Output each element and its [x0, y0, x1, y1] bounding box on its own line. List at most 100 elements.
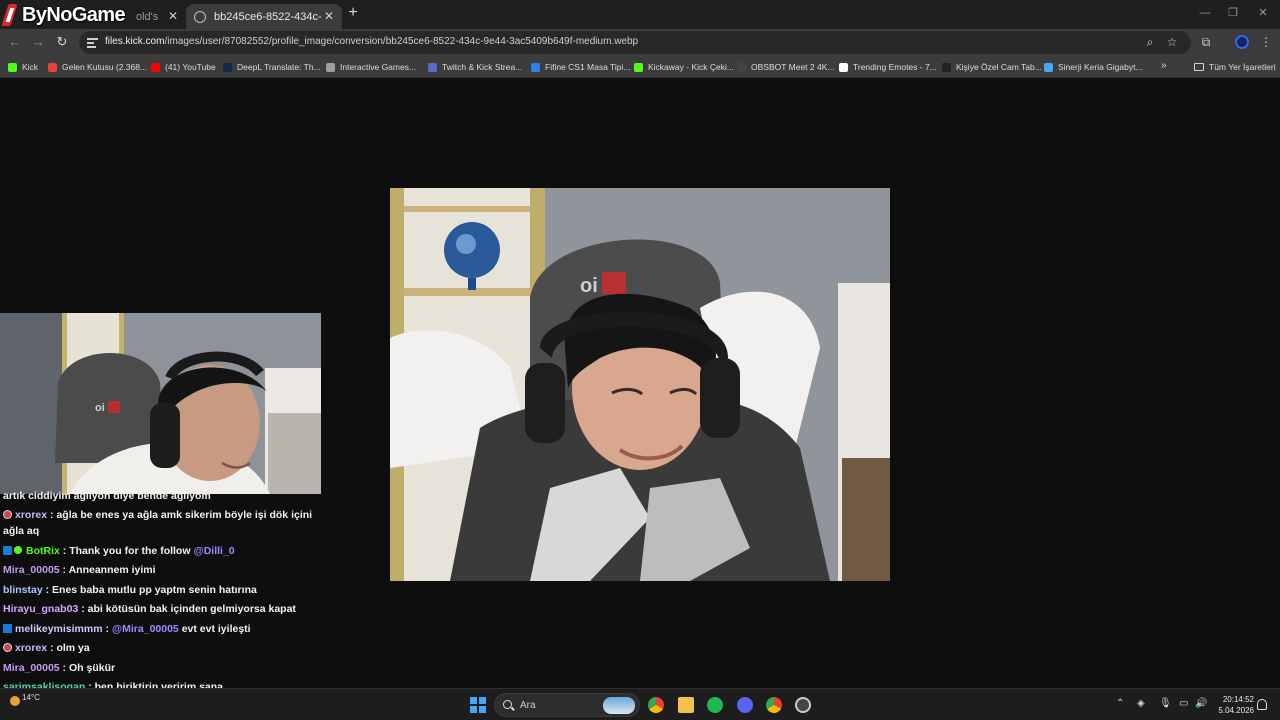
- chat-text: Thank you for the follow: [69, 545, 191, 557]
- bookmarks-folder-label: Tüm Yer İşaretleri: [1209, 62, 1276, 72]
- site-info-icon[interactable]: [87, 37, 98, 48]
- url-path: /images/user/87082552/profile_image/conv…: [164, 36, 639, 47]
- profile-image[interactable]: oi: [390, 188, 890, 581]
- tab-title: bb245ce6-8522-434c-9e44-3a: [214, 10, 322, 23]
- brand-mark-icon: [2, 4, 20, 26]
- globe-icon: [194, 10, 206, 23]
- bookmark-item[interactable]: Trending Emotes - 7...: [839, 60, 937, 74]
- youtube-icon: [151, 62, 160, 72]
- extensions-icon[interactable]: ⧉: [1199, 35, 1213, 49]
- network-icon[interactable]: ▭: [1179, 698, 1188, 710]
- chevron-up-icon[interactable]: ⌃: [1116, 698, 1124, 710]
- search-highlight-image: [603, 697, 635, 714]
- discord-icon[interactable]: [737, 697, 753, 713]
- close-icon[interactable]: ✕: [166, 9, 180, 23]
- restore-icon[interactable]: ❐: [1226, 6, 1240, 20]
- defender-icon[interactable]: ◈: [1137, 698, 1145, 710]
- chat-username[interactable]: Mira_00005: [3, 564, 60, 576]
- forward-icon[interactable]: →: [31, 35, 45, 49]
- bookmark-item[interactable]: Kişiye Özel Cam Tab...: [942, 60, 1042, 74]
- obs-icon[interactable]: [795, 697, 811, 713]
- close-window-icon[interactable]: ✕: [1256, 6, 1270, 20]
- bookmark-item[interactable]: Kick: [8, 60, 38, 74]
- back-icon[interactable]: ←: [8, 35, 22, 49]
- chat-text: Anneannem iyimi: [68, 564, 156, 576]
- chat-username[interactable]: Mira_00005: [3, 662, 60, 674]
- browser-tab-active[interactable]: bb245ce6-8522-434c-9e44-3a ✕: [186, 4, 342, 29]
- address-bar[interactable]: files.kick.com/images/user/87082552/prof…: [79, 31, 1191, 54]
- chat-separator: :: [78, 603, 88, 615]
- chat-text: Oh şükür: [68, 662, 116, 674]
- profile-avatar[interactable]: [1235, 35, 1249, 49]
- brand-logo: ByNoGame: [2, 3, 126, 27]
- subscriber-badge-icon: [3, 624, 12, 633]
- search-icon: [503, 700, 512, 709]
- chat-separator: :: [102, 623, 112, 635]
- deepl-icon: [223, 62, 232, 72]
- globe-icon: [326, 62, 335, 72]
- folder-icon: [1194, 63, 1204, 71]
- gmail-icon: [48, 62, 57, 72]
- system-clock[interactable]: 20:14:52 5.04.2026: [1214, 694, 1254, 716]
- zoom-icon[interactable]: ⌕: [1143, 35, 1157, 49]
- star-icon[interactable]: ☆: [1165, 35, 1179, 49]
- chat-username[interactable]: blinstay: [3, 584, 43, 596]
- kickaway-icon: [634, 62, 643, 72]
- microphone-icon[interactable]: 🎙: [1159, 698, 1172, 710]
- chat-username[interactable]: Hirayu_gnab03: [3, 603, 78, 615]
- minimize-icon[interactable]: —: [1198, 6, 1212, 20]
- volume-icon[interactable]: 🔊: [1195, 698, 1207, 710]
- chat-message: ağla aq: [3, 523, 323, 539]
- bookmark-label: OBSBOT Meet 2 4K...: [751, 62, 835, 72]
- bookmark-item[interactable]: Twitch & Kick Strea...: [428, 60, 522, 74]
- close-icon[interactable]: ✕: [322, 9, 336, 23]
- folder-icon[interactable]: [678, 697, 694, 713]
- bookmark-item[interactable]: Fifine CS1 Masa Tipi...: [531, 60, 631, 74]
- chat-mention[interactable]: @Dilli_0: [193, 545, 234, 557]
- new-tab-button[interactable]: +: [346, 5, 360, 21]
- bookmarks-folder[interactable]: Tüm Yer İşaretleri: [1194, 60, 1276, 74]
- mountain-icon: [942, 62, 951, 72]
- chat-message: xrorex : ağla be enes ya ağla amk sikeri…: [3, 507, 323, 523]
- chat-username[interactable]: melikeymisimmm: [15, 623, 103, 635]
- bookmark-item[interactable]: Kickaway - Kick Çeki...: [634, 60, 734, 74]
- chevron-right-icon[interactable]: »: [1161, 60, 1167, 71]
- bookmark-item[interactable]: (41) YouTube: [151, 60, 216, 74]
- bookmark-item[interactable]: Interactive Games...: [326, 60, 416, 74]
- chat-username[interactable]: BotRix: [26, 545, 60, 557]
- chat-username[interactable]: xrorex: [15, 642, 47, 654]
- chat-message: artık ciddiyim ağlıyon diye bende ağlıyo…: [3, 488, 323, 504]
- chrome-profile-icon[interactable]: [766, 697, 782, 713]
- notification-bell-icon[interactable]: [1257, 699, 1267, 710]
- bookmark-item[interactable]: Sinerji Keria Gigabyt...: [1044, 60, 1143, 74]
- bookmark-label: Kick: [22, 62, 39, 72]
- taskbar-search[interactable]: Ara: [494, 693, 640, 717]
- bookmark-item[interactable]: OBSBOT Meet 2 4K...: [737, 60, 834, 74]
- chrome-icon[interactable]: [648, 697, 664, 713]
- user-badge-icon: [3, 510, 12, 519]
- weather-temp: 14°C: [22, 693, 40, 702]
- webcam-overlay: oi: [0, 313, 321, 494]
- spotify-icon[interactable]: [707, 697, 723, 713]
- start-button[interactable]: [470, 697, 486, 713]
- chat-message: Hirayu_gnab03 : abi kötüsün bak içinden …: [3, 601, 323, 617]
- kick-icon: [8, 62, 17, 72]
- chat-text: ağla be enes ya ağla amk sikerim böyle i…: [56, 509, 313, 521]
- bookmark-label: Fifine CS1 Masa Tipi...: [545, 62, 631, 72]
- weather-widget[interactable]: 14°C: [10, 693, 40, 706]
- bookmark-item[interactable]: Gelen Kutusu (2.368...: [48, 60, 147, 74]
- svg-text:oi: oi: [580, 275, 598, 297]
- chat-mention[interactable]: @Mira_00005: [112, 623, 179, 635]
- chat-text: olm ya: [56, 642, 90, 654]
- chat-text: Enes baba mutlu pp yaptm senin hatırına: [52, 584, 257, 596]
- streamer-icon: [428, 62, 437, 72]
- chat-text: evt evt iyileşti: [181, 623, 251, 635]
- bookmarks-bar: Kick Gelen Kutusu (2.368... (41) YouTube…: [0, 56, 1280, 78]
- chat-message: xrorex : olm ya: [3, 640, 323, 656]
- reload-icon[interactable]: ↻: [55, 35, 69, 49]
- bookmark-item[interactable]: DeepL Translate: Th...: [223, 60, 321, 74]
- chat-username[interactable]: xrorex: [15, 509, 47, 521]
- bookmark-label: Trending Emotes - 7...: [853, 62, 937, 72]
- menu-icon[interactable]: ⋮: [1259, 35, 1273, 49]
- 7tv-icon: [839, 62, 848, 72]
